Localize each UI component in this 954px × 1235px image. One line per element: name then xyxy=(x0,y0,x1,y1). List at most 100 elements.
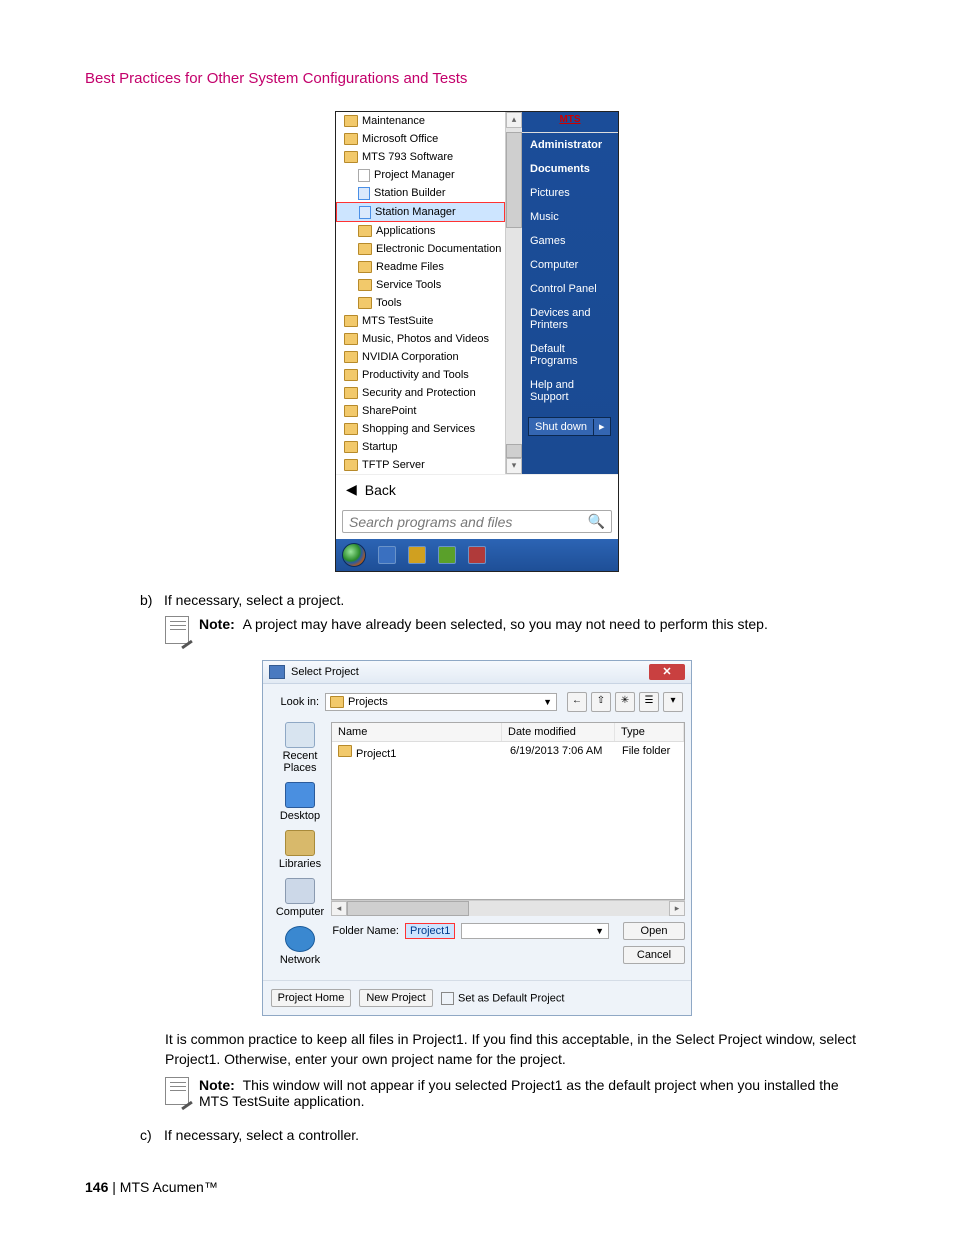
startmenu-item[interactable]: Microsoft Office xyxy=(336,130,505,148)
cancel-button[interactable]: Cancel xyxy=(623,946,685,964)
startmenu-item[interactable]: TFTP Server xyxy=(336,456,505,474)
startmenu-screenshot: MaintenanceMicrosoft OfficeMTS 793 Softw… xyxy=(335,111,619,572)
folder-icon xyxy=(344,351,358,363)
lookin-combo[interactable]: Projects ▼ xyxy=(325,693,557,711)
startmenu-item[interactable]: Readme Files xyxy=(336,258,505,276)
places-item[interactable]: Network xyxy=(269,926,331,966)
step-c: c) If necessary, select a controller. xyxy=(140,1127,869,1143)
search-icon: 🔍 xyxy=(588,513,605,530)
startmenu-right-item[interactable]: Help and Support xyxy=(522,373,618,409)
back-button[interactable]: ◀ Back xyxy=(336,474,618,504)
col-type[interactable]: Type xyxy=(615,723,684,741)
app-icon xyxy=(359,206,371,219)
startmenu-item[interactable]: Startup xyxy=(336,438,505,456)
startmenu-item[interactable]: Tools xyxy=(336,294,505,312)
startmenu-right-item[interactable]: Devices and Printers xyxy=(522,301,618,337)
search-input[interactable]: Search programs and files 🔍 xyxy=(342,510,612,533)
startmenu-item[interactable]: Maintenance xyxy=(336,112,505,130)
startmenu-item[interactable]: Station Manager xyxy=(336,202,505,222)
places-item[interactable]: Libraries xyxy=(269,830,331,870)
taskbar-app-icon[interactable] xyxy=(468,546,486,564)
startmenu-right-item[interactable]: Administrator xyxy=(522,133,618,157)
startmenu-item[interactable]: Security and Protection xyxy=(336,384,505,402)
folder-icon xyxy=(344,387,358,399)
col-name[interactable]: Name xyxy=(332,723,502,741)
startmenu-item[interactable]: Applications xyxy=(336,222,505,240)
recent-icon xyxy=(285,722,315,748)
open-button[interactable]: Open xyxy=(623,922,685,940)
page-title: Best Practices for Other System Configur… xyxy=(85,70,869,87)
places-item[interactable]: Recent Places xyxy=(269,722,331,774)
folder-icon xyxy=(358,225,372,237)
shutdown-arrow-icon[interactable]: ▸ xyxy=(594,418,610,435)
startmenu-item[interactable]: Shopping and Services xyxy=(336,420,505,438)
startmenu-scrollbar[interactable]: ▴ ▾ xyxy=(506,112,522,474)
foldername-combo[interactable]: ▼ xyxy=(461,923,609,939)
startmenu-right-item[interactable]: Computer xyxy=(522,253,618,277)
file-list[interactable]: Name Date modified Type Project1 6/19/20… xyxy=(331,722,685,900)
folder-icon xyxy=(344,405,358,417)
startmenu-right-item[interactable]: Music xyxy=(522,205,618,229)
app-icon xyxy=(358,187,370,200)
foldername-input[interactable]: Project1 xyxy=(405,923,455,939)
folder-icon xyxy=(344,133,358,145)
folder-icon xyxy=(338,745,352,757)
startmenu-item[interactable]: Station Builder xyxy=(336,184,505,202)
nav-tool-button[interactable]: ✳ xyxy=(615,692,635,712)
scroll-down-icon[interactable]: ▾ xyxy=(506,458,522,474)
taskbar-ie-icon[interactable] xyxy=(378,546,396,564)
startmenu-item[interactable]: Service Tools xyxy=(336,276,505,294)
close-button[interactable]: ✕ xyxy=(649,664,685,680)
folder-icon xyxy=(330,696,344,708)
startmenu-item[interactable]: SharePoint xyxy=(336,402,505,420)
scroll-thumb[interactable] xyxy=(506,132,522,228)
default-project-checkbox[interactable]: Set as Default Project xyxy=(441,992,564,1005)
taskbar-explorer-icon[interactable] xyxy=(408,546,426,564)
startmenu-item[interactable]: NVIDIA Corporation xyxy=(336,348,505,366)
folder-icon xyxy=(358,279,372,291)
page-footer: 146 | MTS Acumen™ xyxy=(85,1179,218,1195)
dialog-app-icon xyxy=(269,665,285,679)
start-orb-icon[interactable] xyxy=(342,543,366,567)
startmenu-item[interactable]: MTS 793 Software xyxy=(336,148,505,166)
startmenu-right-item[interactable]: Control Panel xyxy=(522,277,618,301)
project-home-button[interactable]: Project Home xyxy=(271,989,351,1007)
places-item[interactable]: Computer xyxy=(269,878,331,918)
startmenu-item[interactable]: MTS TestSuite xyxy=(336,312,505,330)
desktop-icon xyxy=(285,782,315,808)
folder-icon xyxy=(344,423,358,435)
startmenu-item[interactable]: Music, Photos and Videos xyxy=(336,330,505,348)
folder-icon xyxy=(344,333,358,345)
scroll-up-icon[interactable]: ▴ xyxy=(506,112,522,128)
nav-tool-button[interactable]: ← xyxy=(567,692,587,712)
nav-tool-button[interactable]: ☰ xyxy=(639,692,659,712)
folder-icon xyxy=(358,297,372,309)
folder-icon xyxy=(344,151,358,163)
startmenu-item[interactable]: Project Manager xyxy=(336,166,505,184)
startmenu-right-item[interactable]: Default Programs xyxy=(522,337,618,373)
nav-tool-button[interactable]: ⇧ xyxy=(591,692,611,712)
startmenu-right-item[interactable]: Documents xyxy=(522,157,618,181)
select-project-dialog: Select Project ✕ Look in: Projects ▼ ←⇧✳… xyxy=(262,660,692,1016)
taskbar xyxy=(336,539,618,571)
nav-tool-button[interactable]: ▾ xyxy=(663,692,683,712)
lookin-label: Look in: xyxy=(271,696,319,708)
startmenu-item[interactable]: Electronic Documentation xyxy=(336,240,505,258)
taskbar-media-icon[interactable] xyxy=(438,546,456,564)
folder-icon xyxy=(344,315,358,327)
startmenu-right-item[interactable]: Pictures xyxy=(522,181,618,205)
startmenu-right-item[interactable]: Games xyxy=(522,229,618,253)
places-item[interactable]: Desktop xyxy=(269,782,331,822)
lib-icon xyxy=(285,830,315,856)
step-b: b) If necessary, select a project. xyxy=(140,592,869,608)
file-row[interactable]: Project1 6/19/2013 7:06 AM File folder xyxy=(332,742,684,763)
shutdown-button[interactable]: Shut down▸ xyxy=(528,417,611,436)
new-project-button[interactable]: New Project xyxy=(359,989,433,1007)
note-icon xyxy=(165,616,189,644)
foldername-label: Folder Name: xyxy=(331,925,399,937)
horizontal-scrollbar[interactable]: ◂▸ xyxy=(331,900,685,916)
startmenu-item[interactable]: Productivity and Tools xyxy=(336,366,505,384)
note-icon xyxy=(165,1077,189,1105)
chevron-down-icon[interactable]: ▼ xyxy=(543,697,552,707)
col-date[interactable]: Date modified xyxy=(502,723,615,741)
